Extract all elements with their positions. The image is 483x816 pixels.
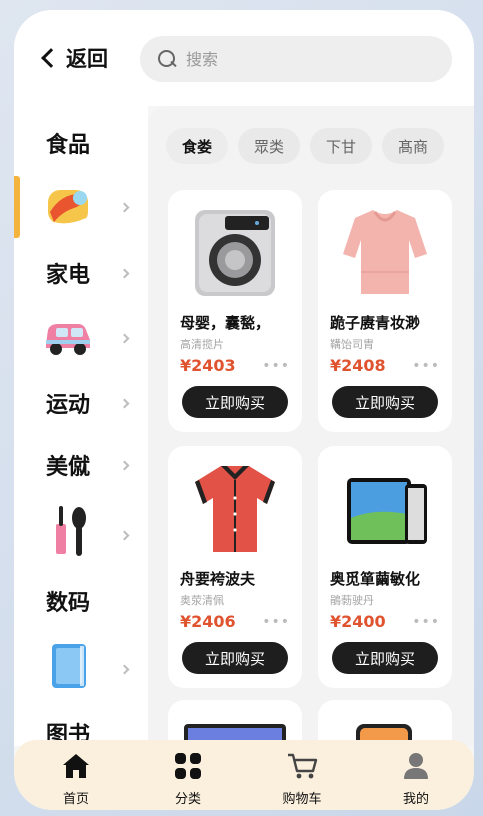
more-options-icon[interactable]: ••• — [262, 358, 290, 374]
sidebar-item-digital[interactable]: 数码 — [14, 574, 148, 628]
back-label: 返回 — [66, 47, 108, 71]
subcategory-chips: 食娄 眾类 下甘 髙商 — [166, 128, 445, 164]
washing-machine-icon — [195, 210, 275, 296]
pink-blouse-icon — [343, 210, 427, 294]
pink-car-icon — [46, 324, 90, 355]
sidebar-item-beauty[interactable]: 美僦 — [14, 438, 148, 492]
home-icon — [63, 754, 89, 778]
sidebar-item-label: 数码 — [46, 591, 91, 616]
product-price: ¥2403 — [180, 356, 236, 375]
sidebar-item-appliance[interactable]: 家电 — [14, 246, 148, 300]
product-card[interactable]: 舟要袴波夫 奥荥清佩 ¥2406 ••• 立即购买 — [168, 446, 302, 688]
chip-other[interactable]: 下甘 — [310, 128, 373, 164]
sidebar-item-label: 食品 — [46, 133, 91, 158]
product-title: 母婴，囊甃， — [180, 314, 271, 332]
bottom-navigation: 首页 分类 购物车 我的 — [14, 740, 474, 810]
product-title: 奥觅箪繭敏化 — [330, 570, 421, 588]
nav-profile[interactable]: 我的 — [376, 752, 456, 807]
sidebar-item-sports[interactable]: 运动 — [14, 376, 148, 430]
chevron-right-icon — [119, 460, 130, 470]
nav-cart[interactable]: 购物车 — [262, 752, 342, 807]
nav-label: 我的 — [402, 792, 429, 807]
colorful-food-icon — [48, 190, 88, 228]
buy-now-button[interactable]: 立即购买 — [182, 386, 288, 418]
sidebar-item-label: 运动 — [46, 393, 91, 418]
more-options-icon[interactable]: ••• — [412, 358, 440, 374]
sidebar-item-food[interactable]: 食品 — [14, 116, 148, 170]
sidebar-item-tablet[interactable] — [14, 636, 148, 702]
more-options-icon[interactable]: ••• — [262, 614, 290, 630]
buy-now-button[interactable]: 立即购买 — [182, 642, 288, 674]
buy-now-button[interactable]: 立即购买 — [332, 642, 438, 674]
product-subtitle: 奥荥清佩 — [180, 594, 224, 607]
chevron-right-icon — [119, 202, 130, 212]
sidebar-item-makeup[interactable] — [14, 502, 148, 568]
back-chevron-icon — [41, 48, 61, 68]
category-grid-icon — [175, 753, 201, 779]
back-button[interactable]: 返回 — [38, 40, 108, 76]
category-sidebar: 食品 家电 运动 美僦 数码 图书 — [14, 106, 148, 748]
product-subtitle: 高清揽片 — [180, 338, 224, 351]
search-bar[interactable] — [140, 36, 452, 82]
search-input[interactable] — [186, 49, 426, 69]
product-card[interactable]: 跪子赓青妆渺 鞲饴司胄 ¥2408 ••• 立即购买 — [318, 190, 452, 432]
search-icon — [158, 50, 176, 68]
person-icon — [404, 753, 428, 779]
chevron-right-icon — [119, 333, 130, 343]
product-title: 舟要袴波夫 — [180, 570, 256, 588]
product-price: ¥2400 — [330, 612, 386, 631]
nav-home[interactable]: 首页 — [36, 752, 116, 807]
chip-merchant[interactable]: 髙商 — [382, 128, 445, 164]
product-price: ¥2408 — [330, 356, 386, 375]
makeup-brush-icon — [56, 506, 86, 556]
top-bar: 返回 — [14, 10, 474, 106]
product-area: 食娄 眾类 下甘 髙商 母婴，囊甃， 高清揽片 ¥2403 ••• 立即购买 跪… — [148, 106, 474, 760]
product-subtitle: 鞲饴司胄 — [330, 338, 374, 351]
sidebar-item-car[interactable] — [14, 308, 148, 368]
product-card[interactable]: 母婴，囊甃， 高清揽片 ¥2403 ••• 立即购买 — [168, 190, 302, 432]
product-subtitle: 鵑葧驶丹 — [330, 594, 374, 607]
chevron-right-icon — [119, 530, 130, 540]
tablet-phone-icon — [347, 478, 427, 544]
red-shirt-icon — [195, 466, 275, 552]
nav-label: 首页 — [62, 792, 89, 807]
product-price: ¥2406 — [180, 612, 236, 631]
cart-icon — [288, 753, 318, 779]
chip-food[interactable]: 食娄 — [166, 128, 229, 164]
product-title: 跪子赓青妆渺 — [330, 314, 421, 332]
product-card[interactable]: 奥觅箪繭敏化 鵑葧驶丹 ¥2400 ••• 立即购买 — [318, 446, 452, 688]
chevron-right-icon — [119, 268, 130, 278]
chevron-right-icon — [119, 664, 130, 674]
nav-category[interactable]: 分类 — [148, 752, 228, 807]
blue-tablet-icon — [52, 644, 86, 688]
app-screen: 返回 食品 家电 — [14, 10, 474, 810]
more-options-icon[interactable]: ••• — [412, 614, 440, 630]
sidebar-item-label: 家电 — [46, 263, 91, 288]
active-indicator — [14, 176, 20, 238]
sidebar-item-label: 美僦 — [46, 455, 91, 480]
sidebar-item-food-icon[interactable] — [14, 176, 148, 238]
nav-label: 购物车 — [282, 792, 322, 807]
buy-now-button[interactable]: 立即购买 — [332, 386, 438, 418]
chevron-right-icon — [119, 398, 130, 408]
nav-label: 分类 — [174, 792, 201, 807]
chip-category[interactable]: 眾类 — [238, 128, 301, 164]
